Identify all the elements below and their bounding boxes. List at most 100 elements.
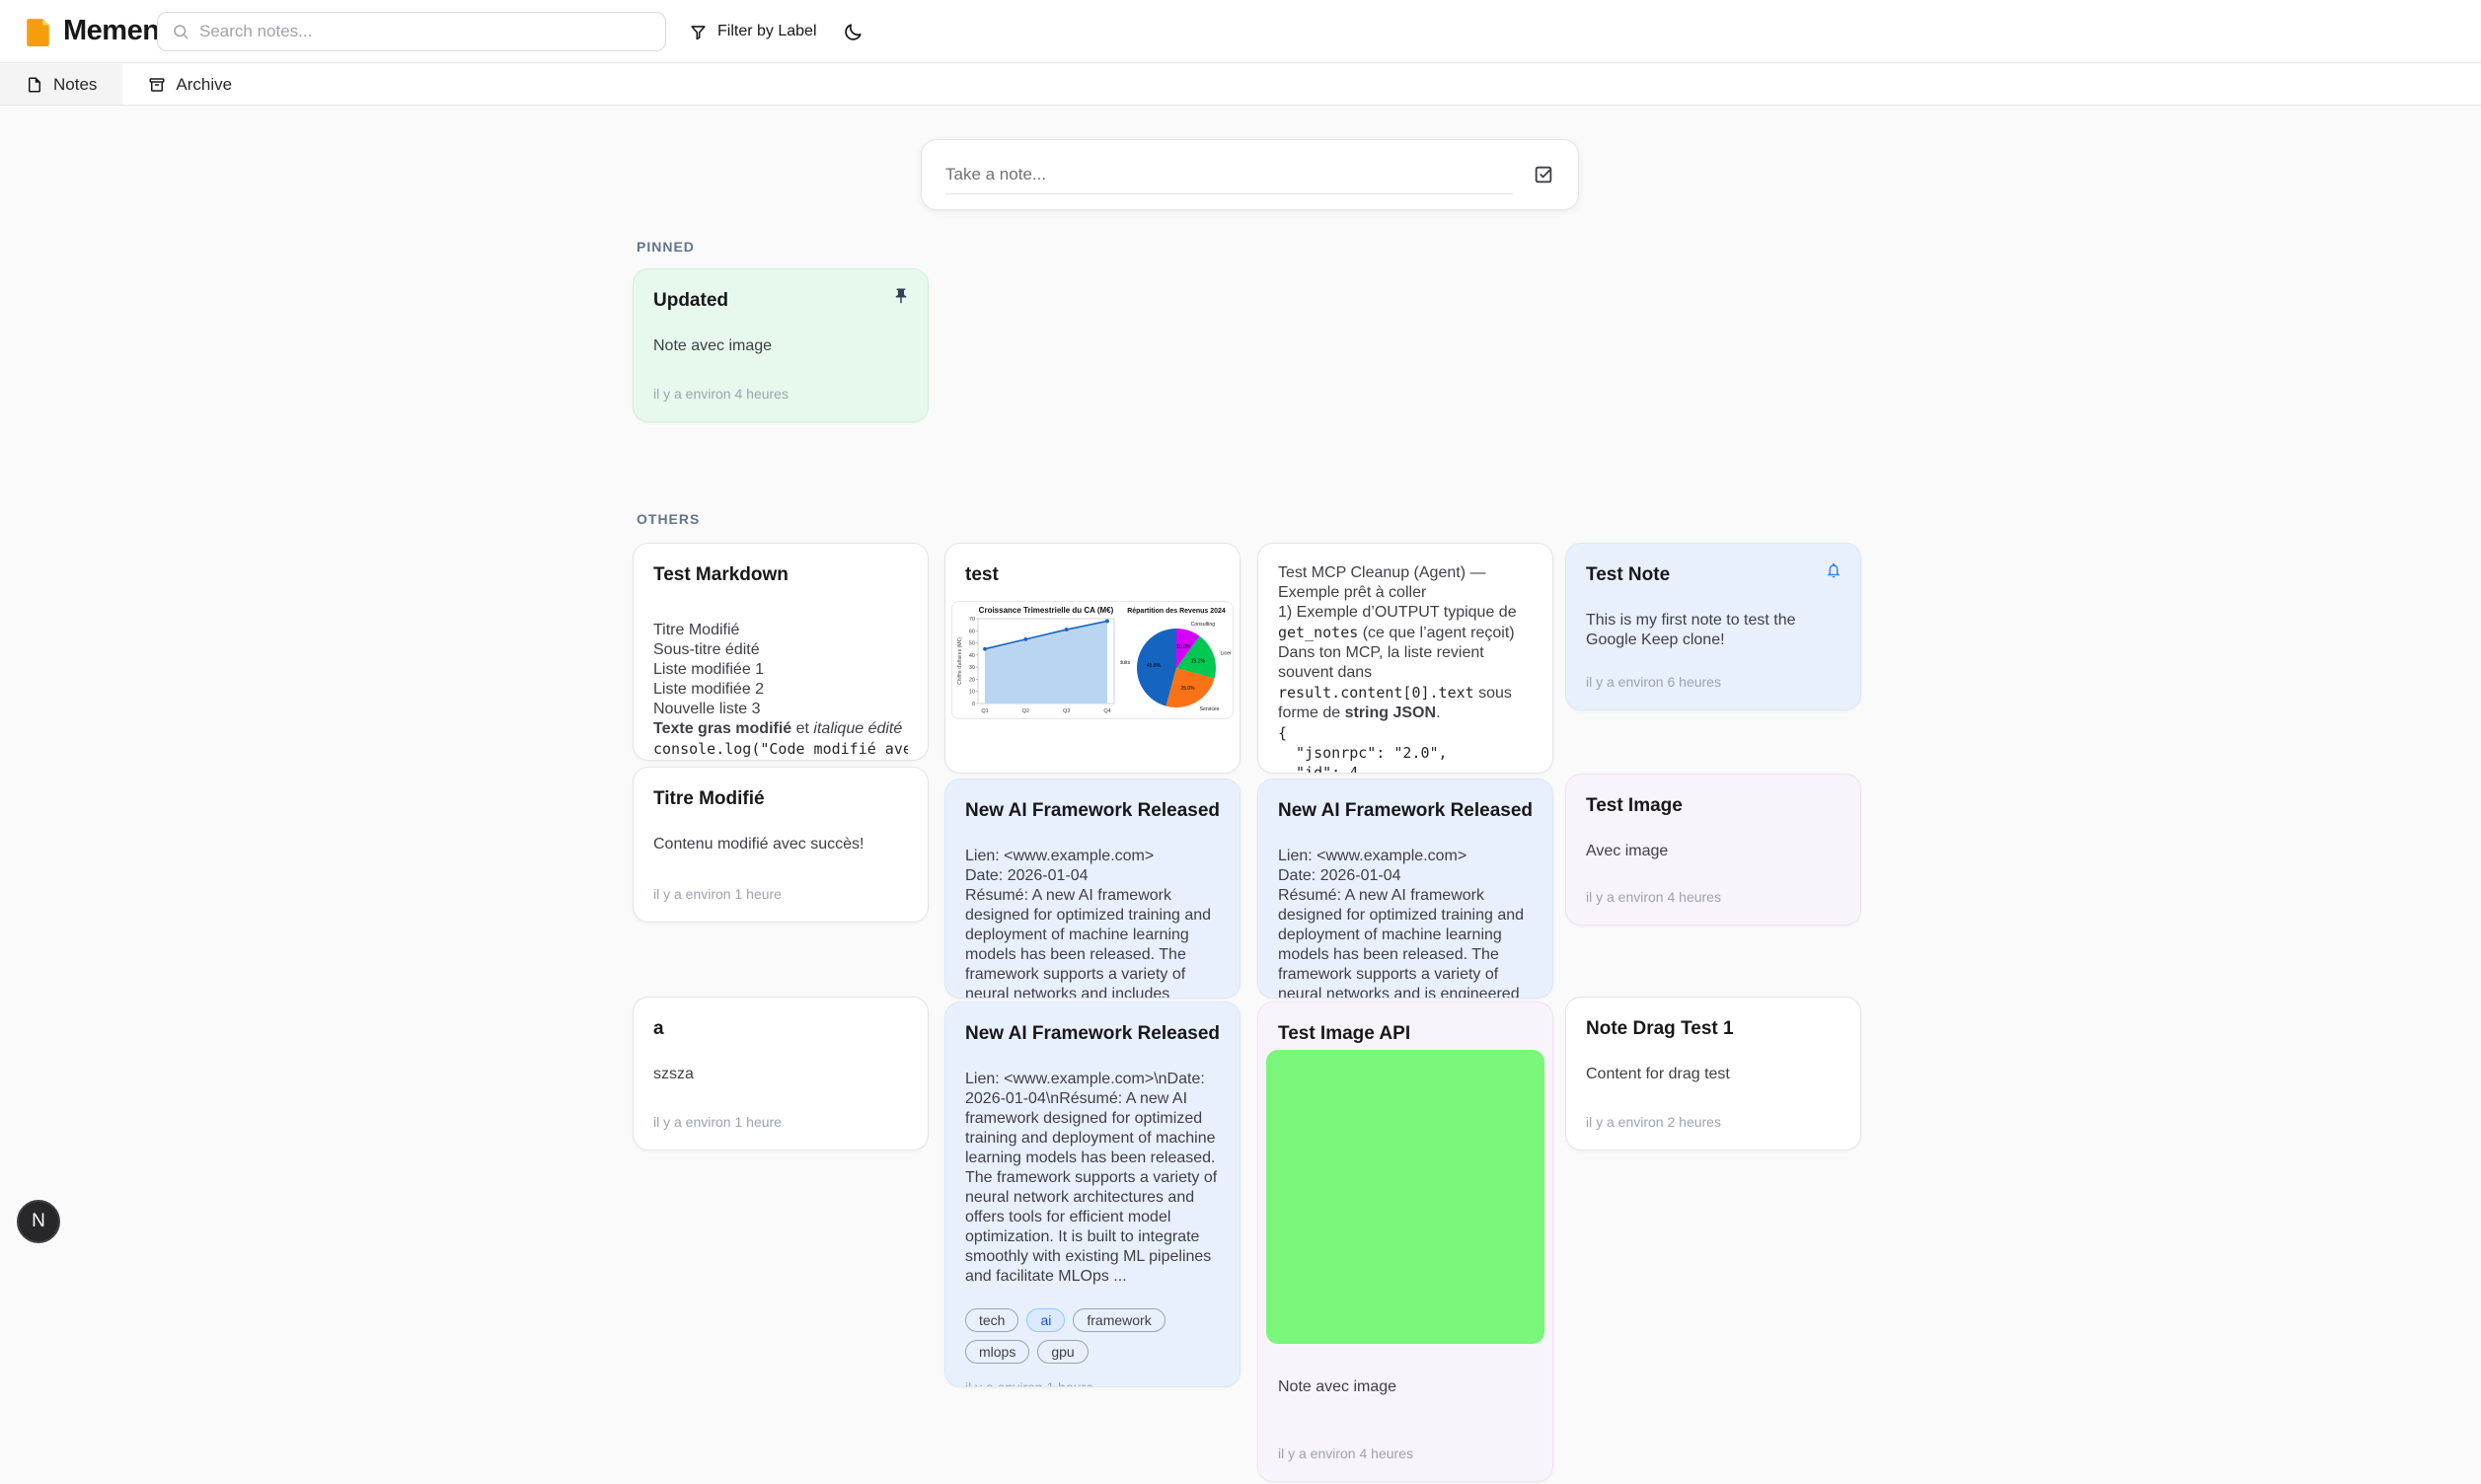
note-card-new-ai-framework-tags[interactable]: New AI Framework Released Lien: <www.exa… — [944, 1002, 1240, 1387]
note-content: Avec image — [1586, 842, 1841, 861]
note-line: Date: 2026-01-04 — [965, 866, 1220, 886]
note-content: Note avec image — [653, 336, 908, 356]
svg-text:10: 10 — [969, 690, 975, 696]
markdown-line: Liste modifiée 2 — [653, 680, 908, 700]
filter-by-label-button[interactable]: Filter by Label — [681, 12, 825, 51]
note-timestamp: il y a environ 2 heures — [1586, 1098, 1841, 1130]
note-timestamp: il y a environ 4 heures — [1278, 1430, 1533, 1461]
note-title: Updated — [653, 289, 908, 313]
note-image-green — [1266, 1050, 1544, 1344]
note-title: Test Image API — [1278, 1022, 1533, 1046]
note-content: Lien: <www.example.com> Date: 2026-01-04… — [965, 847, 1220, 999]
tag-chip-gpu[interactable]: gpu — [1037, 1340, 1088, 1364]
note-timestamp: il y a environ 6 heures — [1586, 658, 1841, 690]
svg-text:60: 60 — [969, 629, 975, 634]
note-title: New AI Framework Released — [965, 799, 1220, 823]
note-title: Titre Modifié — [653, 787, 908, 811]
note-composer — [921, 139, 1579, 210]
svg-text:Croissance Trimestrielle du CA: Croissance Trimestrielle du CA (M€) — [979, 606, 1114, 615]
reminder-bell-icon[interactable] — [1823, 559, 1844, 581]
svg-text:10.0%: 10.0% — [1176, 644, 1191, 650]
note-content: Test MCP Cleanup (Agent) — Exemple prêt … — [1278, 563, 1533, 774]
note-content: Content for drag test — [1586, 1065, 1841, 1084]
checkbox-icon — [1533, 164, 1554, 186]
svg-text:25.0%: 25.0% — [1180, 686, 1195, 692]
note-line: Dans ton MCP, la liste revient souvent d… — [1278, 643, 1533, 723]
note-title: New AI Framework Released — [965, 1022, 1220, 1046]
note-card-test-note[interactable]: Test Note This is my first note to test … — [1565, 543, 1861, 710]
memento-logo-icon — [26, 17, 51, 46]
svg-text:45.8%: 45.8% — [1147, 663, 1162, 669]
note-title: Test Markdown — [653, 563, 908, 587]
svg-text:70: 70 — [969, 617, 975, 623]
note-title: Note Drag Test 1 — [1586, 1017, 1841, 1041]
note-timestamp: il y a environ 4 heures — [653, 370, 908, 402]
svg-text:30: 30 — [969, 665, 975, 671]
tag-chip-tech[interactable]: tech — [965, 1308, 1018, 1332]
take-a-note-input[interactable] — [945, 155, 1513, 194]
svg-text:Consulting: Consulting — [1190, 622, 1215, 628]
tab-bar: Notes Archive — [0, 64, 2481, 106]
note-card-note-drag-test-1[interactable]: Note Drag Test 1 Content for drag test i… — [1565, 997, 1861, 1150]
note-content: szsza — [653, 1065, 908, 1084]
note-file-icon — [26, 76, 43, 94]
svg-text:Q1: Q1 — [981, 708, 988, 714]
filter-by-label-text: Filter by Label — [717, 23, 817, 40]
markdown-line: Nouvelle liste 3 — [653, 700, 908, 719]
others-section-label: OTHERS — [637, 511, 700, 527]
svg-text:Q3: Q3 — [1063, 708, 1070, 714]
dev-indicator-initial: N — [32, 1211, 45, 1232]
note-timestamp: il y a environ 1 heure — [653, 1098, 908, 1130]
note-title: test — [965, 563, 1220, 587]
tab-notes-label: Notes — [53, 75, 97, 95]
note-card-test-mcp-cleanup[interactable]: Test MCP Cleanup (Agent) — Exemple prêt … — [1257, 543, 1553, 774]
note-content: This is my first note to test the Google… — [1586, 611, 1841, 650]
tag-chip-framework[interactable]: framework — [1073, 1308, 1165, 1332]
dev-indicator-button[interactable]: N — [17, 1200, 60, 1243]
moon-icon — [843, 22, 864, 42]
tag-chip-mlops[interactable]: mlops — [965, 1340, 1029, 1364]
note-content: Contenu modifié avec succès! — [653, 835, 908, 854]
tag-row: tech ai framework mlops gpu — [965, 1308, 1220, 1364]
note-card-test-markdown[interactable]: Test Markdown Titre Modifié Sous-titre é… — [633, 543, 929, 761]
markdown-code-line: console.log("Code modifié avec succ — [653, 739, 908, 759]
search-input[interactable] — [199, 22, 651, 41]
note-card-titre-modifie[interactable]: Titre Modifié Contenu modifié avec succè… — [633, 767, 929, 923]
search-icon — [172, 23, 189, 40]
note-card-a[interactable]: a szsza il y a environ 1 heure — [633, 997, 929, 1150]
pin-icon[interactable] — [890, 285, 912, 307]
svg-text:20: 20 — [969, 677, 975, 683]
funnel-icon — [689, 23, 708, 41]
note-card-new-ai-framework-2[interactable]: New AI Framework Released Lien: <www.exa… — [1257, 779, 1553, 999]
note-content: Lien: <www.example.com>\nDate: 2026-01-0… — [965, 1070, 1220, 1287]
markdown-line: Titre Modifié — [653, 621, 908, 640]
note-card-updated[interactable]: Updated Note avec image il y a environ 4… — [633, 268, 929, 422]
note-image-charts: Croissance Trimestrielle du CA (M€)01020… — [951, 601, 1234, 719]
tab-notes[interactable]: Notes — [0, 64, 122, 105]
note-line: 1) Exemple d’OUTPUT typique de get_notes… — [1278, 603, 1533, 643]
note-paragraph: Résumé: A new AI framework designed for … — [1278, 886, 1533, 999]
note-line: Date: 2026-01-04 — [1278, 866, 1533, 886]
note-content: Titre Modifié Sous-titre édité Liste mod… — [653, 621, 908, 759]
note-card-test-image[interactable]: Test Image Avec image il y a environ 4 h… — [1565, 774, 1861, 926]
tab-archive[interactable]: Archive — [122, 64, 258, 105]
json-code-line: "id": 4,… — [1278, 763, 1533, 774]
note-timestamp: il y a environ 1 heure — [965, 1364, 1220, 1387]
svg-text:Produits: Produits — [1120, 660, 1131, 666]
search-box — [157, 12, 666, 51]
note-card-test-image-api[interactable]: Test Image API Note avec image il y a en… — [1257, 1002, 1553, 1482]
svg-text:Q4: Q4 — [1103, 708, 1110, 714]
svg-text:Chiffre d'affaires (M€): Chiffre d'affaires (M€) — [957, 637, 963, 685]
new-checklist-button[interactable] — [1527, 158, 1560, 191]
dark-mode-toggle[interactable] — [833, 12, 872, 51]
note-timestamp: il y a environ 1 heure — [653, 870, 908, 902]
note-title: Test Note — [1586, 563, 1841, 587]
markdown-line: Liste modifiée 1 — [653, 660, 908, 680]
note-content: Note avec image — [1278, 1377, 1533, 1397]
json-code-line: "jsonrpc": "2.0", — [1278, 743, 1533, 763]
note-card-test-charts[interactable]: test Croissance Trimestrielle du CA (M€)… — [944, 543, 1240, 774]
note-card-new-ai-framework-1[interactable]: New AI Framework Released Lien: <www.exa… — [944, 779, 1240, 999]
svg-text:Licences: Licences — [1220, 650, 1231, 656]
tag-chip-ai[interactable]: ai — [1026, 1308, 1065, 1332]
svg-text:19.2%: 19.2% — [1190, 658, 1205, 664]
